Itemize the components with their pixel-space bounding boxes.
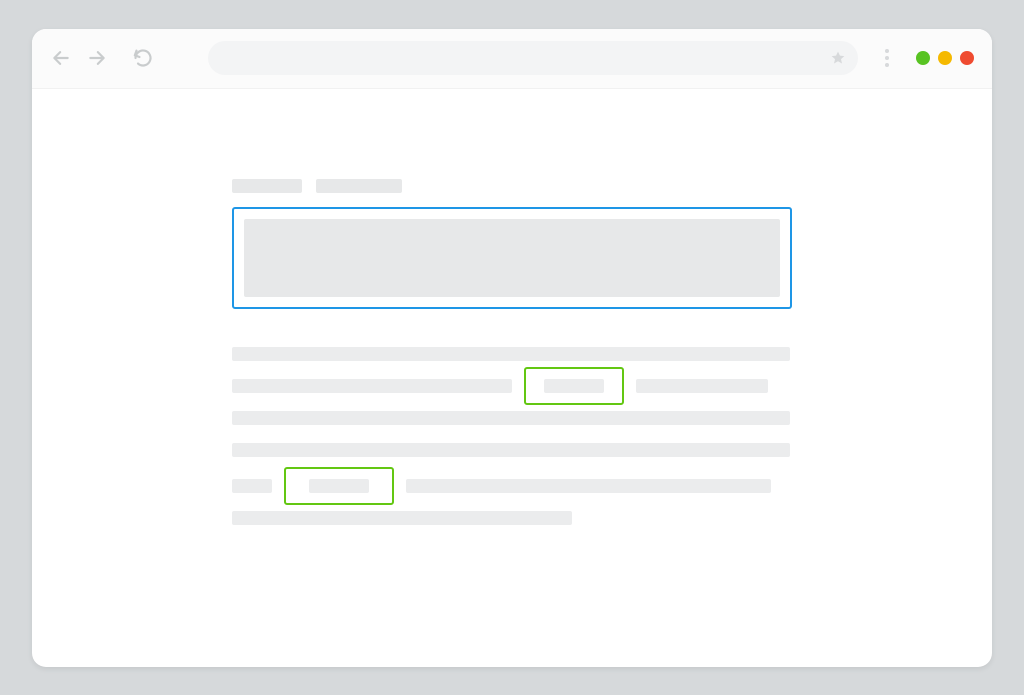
text-line-placeholder <box>309 479 369 493</box>
page-content-wireframe <box>32 89 992 667</box>
window-traffic-lights <box>916 51 974 65</box>
bookmark-star-icon[interactable] <box>830 50 846 66</box>
text-line-placeholder <box>406 479 771 493</box>
dot-icon <box>885 56 889 60</box>
text-line-placeholder <box>232 511 572 525</box>
tab-placeholder[interactable] <box>232 179 302 193</box>
browser-menu-button[interactable] <box>878 49 896 67</box>
hero-block-placeholder <box>244 219 780 297</box>
back-button[interactable] <box>50 47 72 69</box>
traffic-light-red[interactable] <box>960 51 974 65</box>
forward-button[interactable] <box>86 47 108 69</box>
text-line-placeholder <box>636 379 768 393</box>
arrow-left-icon <box>51 48 71 68</box>
text-line-placeholder <box>544 379 604 393</box>
text-line-placeholder <box>232 479 272 493</box>
text-line-placeholder <box>232 347 790 361</box>
inline-highlight <box>284 467 394 505</box>
reload-icon <box>133 48 153 68</box>
paragraph-1 <box>232 347 792 457</box>
browser-window-mockup <box>32 29 992 667</box>
paragraph-2 <box>232 479 792 525</box>
arrow-right-icon <box>87 48 107 68</box>
tab-placeholder[interactable] <box>316 179 402 193</box>
page-tabs <box>232 179 792 193</box>
dot-icon <box>885 49 889 53</box>
nav-button-group <box>50 47 154 69</box>
browser-toolbar <box>32 29 992 89</box>
hero-highlight <box>232 207 792 309</box>
traffic-light-yellow[interactable] <box>938 51 952 65</box>
traffic-light-green[interactable] <box>916 51 930 65</box>
text-line-placeholder <box>232 443 790 457</box>
text-line-placeholder <box>232 411 790 425</box>
reload-button[interactable] <box>132 47 154 69</box>
text-line-placeholder <box>232 379 512 393</box>
address-bar[interactable] <box>208 41 858 75</box>
inline-highlight <box>524 367 624 405</box>
dot-icon <box>885 63 889 67</box>
